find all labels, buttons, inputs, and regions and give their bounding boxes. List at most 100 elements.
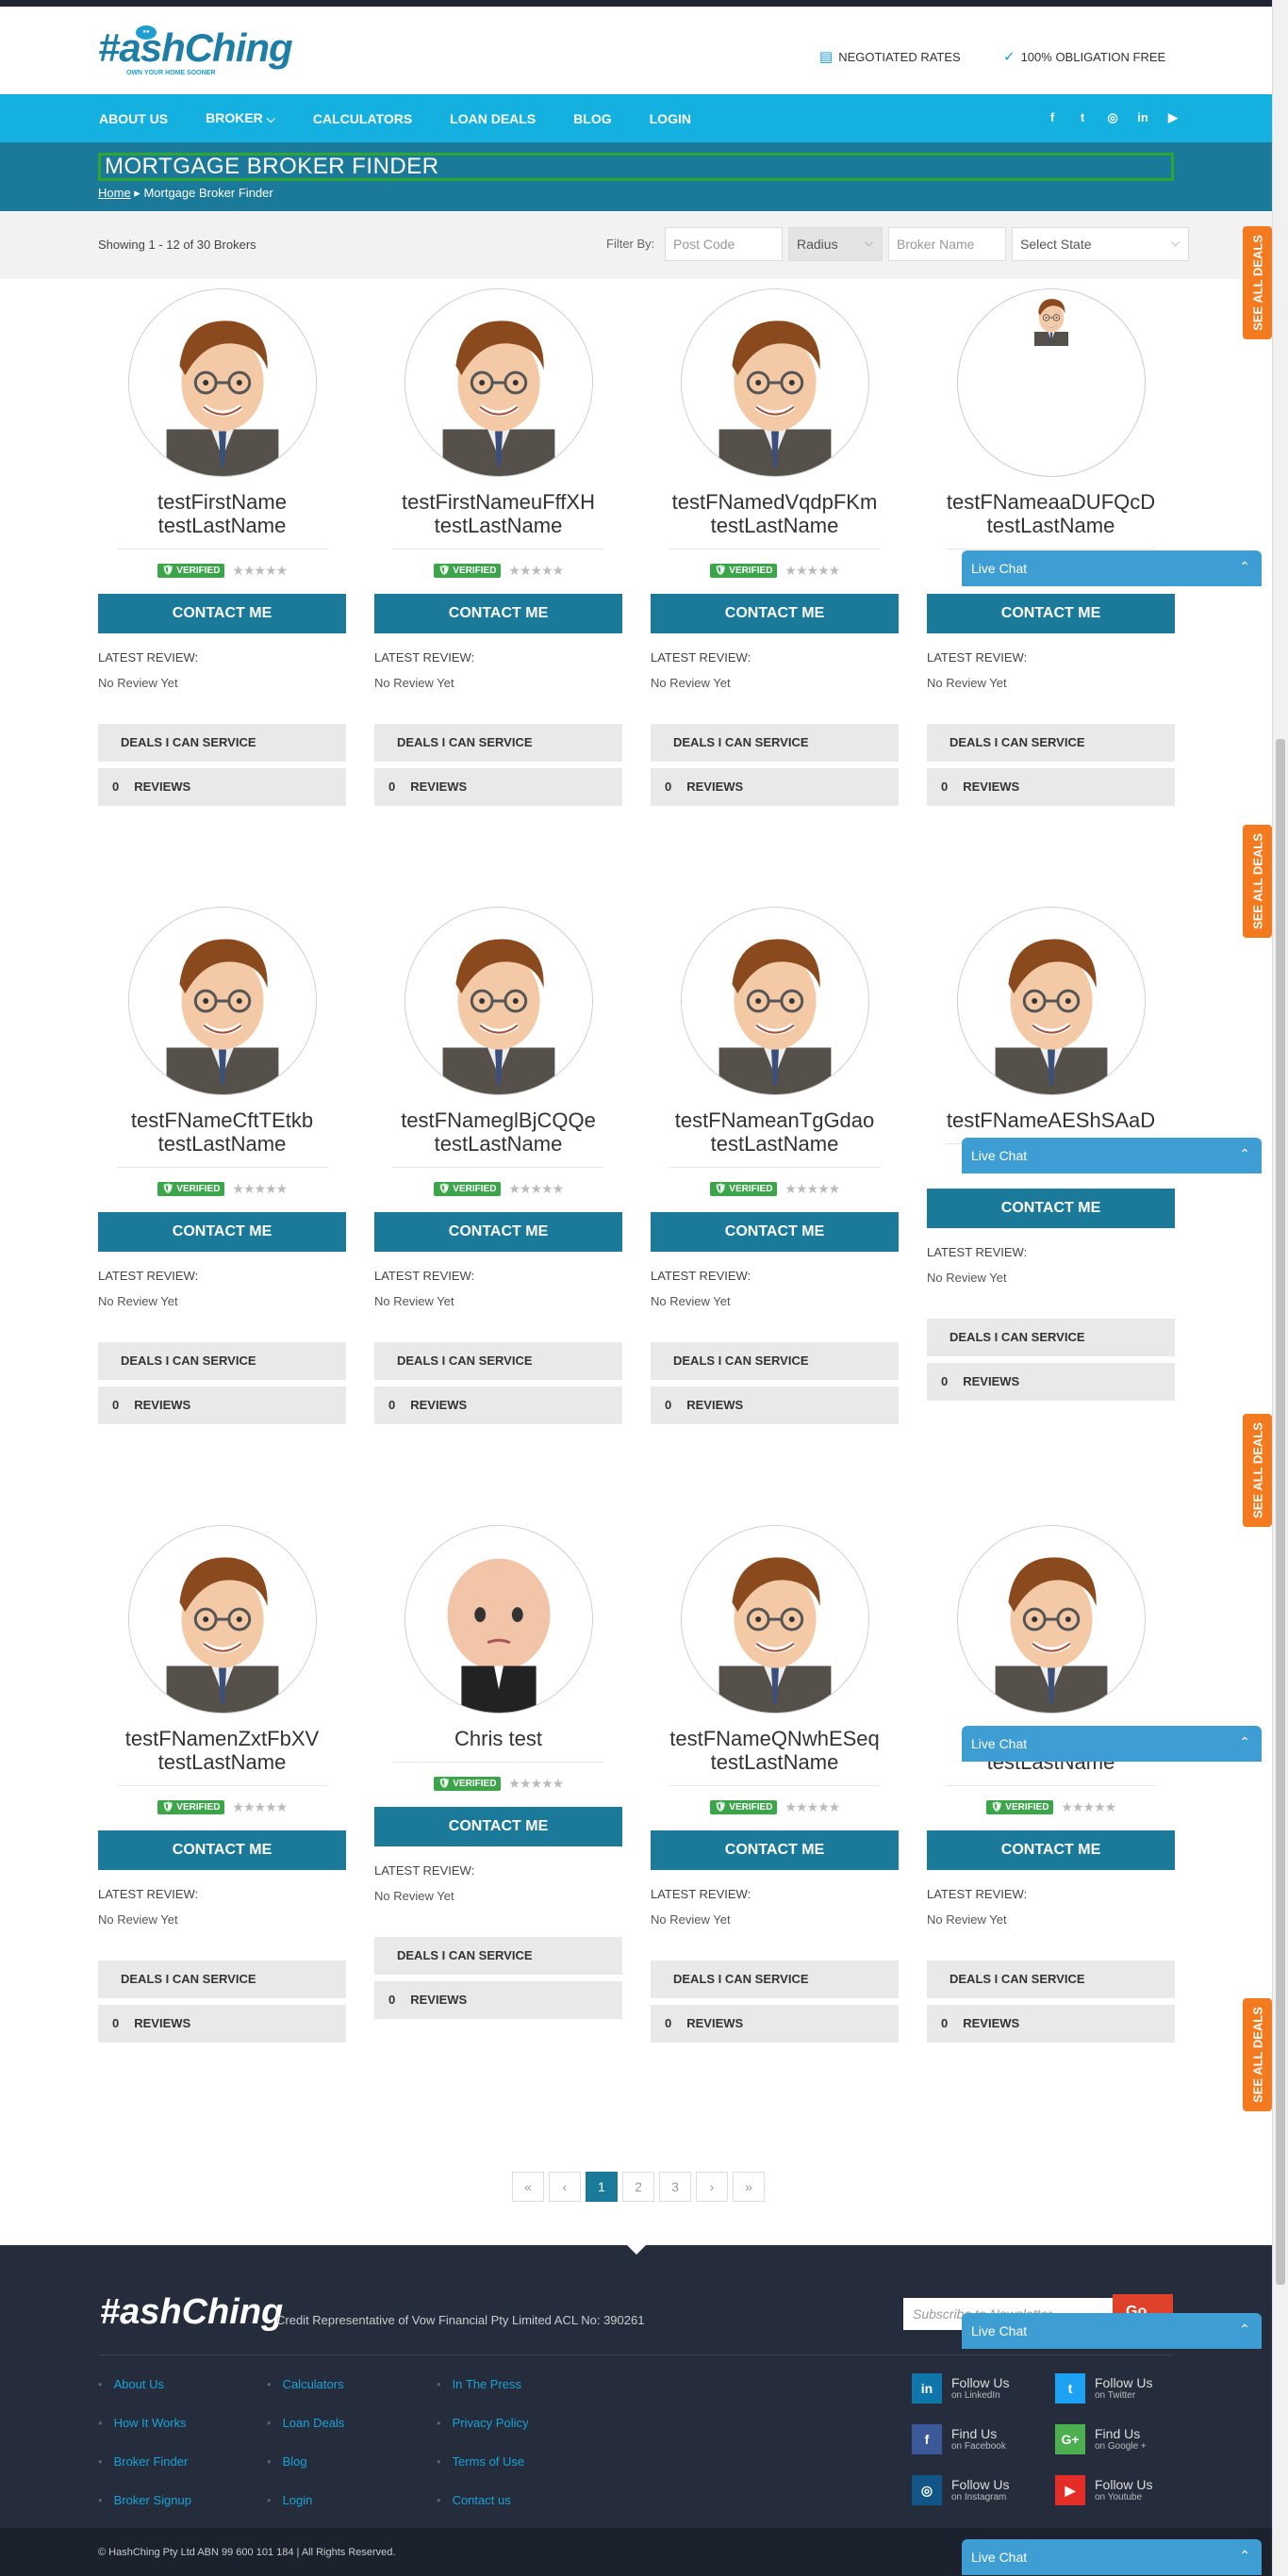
page-link[interactable]: › [696, 2172, 728, 2202]
page-link[interactable]: 2 [622, 2172, 654, 2202]
broker-avatar[interactable] [680, 907, 869, 1095]
deals-button[interactable]: DEALS I CAN SERVICE [651, 724, 899, 762]
nav-broker[interactable]: BROKER [206, 110, 275, 126]
broker-avatar[interactable] [404, 288, 593, 477]
reviews-button[interactable]: 0 REVIEWS [651, 768, 899, 806]
broker-name[interactable]: testFNameglBjCQQe testLastName [374, 1108, 622, 1156]
reviews-button[interactable]: 0 REVIEWS [927, 768, 1175, 806]
page-link[interactable]: « [512, 2172, 544, 2202]
contact-me-button[interactable]: CONTACT ME [927, 594, 1175, 633]
contact-me-button[interactable]: CONTACT ME [374, 1807, 622, 1846]
follow-link[interactable]: t Follow Us on Twitter [1055, 2373, 1152, 2404]
reviews-button[interactable]: 0 REVIEWS [98, 2005, 346, 2043]
see-all-deals-tab[interactable]: SEE ALL DEALS [1243, 1414, 1272, 1527]
reviews-button[interactable]: 0 REVIEWS [651, 1386, 899, 1424]
footer-link[interactable]: About Us [98, 2377, 191, 2391]
footer-logo[interactable]: #ashChing [100, 2292, 283, 2333]
broker-name[interactable]: Chris test [374, 1727, 622, 1750]
contact-me-button[interactable]: CONTACT ME [98, 594, 346, 633]
deals-button[interactable]: DEALS I CAN SERVICE [927, 724, 1175, 762]
follow-link[interactable]: G+ Find Us on Google + [1055, 2424, 1147, 2454]
deals-button[interactable]: DEALS I CAN SERVICE [98, 724, 346, 762]
nav-about-us[interactable]: ABOUT US [99, 111, 168, 126]
linkedin-icon[interactable]: in [1136, 110, 1149, 125]
reviews-button[interactable]: 0 REVIEWS [927, 1363, 1175, 1401]
logo[interactable]: ●● #ashChing OWN YOUR HOME SOONER [98, 25, 293, 84]
reviews-button[interactable]: 0 REVIEWS [98, 768, 346, 806]
live-chat-bar[interactable]: Live Chat ⌃ [962, 550, 1262, 586]
footer-link[interactable]: Privacy Policy [437, 2416, 529, 2430]
live-chat-bar[interactable]: Live Chat ⌃ [962, 2539, 1262, 2575]
broker-avatar[interactable] [127, 1525, 317, 1714]
youtube-icon[interactable]: ▶ [1166, 110, 1180, 125]
nav-loan-deals[interactable]: LOAN DEALS [450, 111, 536, 126]
nav-blog[interactable]: BLOG [573, 111, 611, 126]
footer-link[interactable]: Login [267, 2493, 344, 2507]
broker-name[interactable]: testFNameaaDUFQcD testLastName [927, 490, 1175, 537]
instagram-icon[interactable]: ◎ [1106, 110, 1119, 125]
broker-name[interactable]: testFNamedVqdpFKm testLastName [651, 490, 899, 537]
broker-name[interactable]: testFNameAEShSAaD [927, 1108, 1175, 1132]
follow-link[interactable]: in Follow Us on LinkedIn [912, 2373, 1009, 2404]
scrollbar-thumb[interactable] [1276, 739, 1285, 2285]
twitter-icon[interactable]: t [1076, 110, 1089, 125]
contact-me-button[interactable]: CONTACT ME [98, 1212, 346, 1252]
broker-avatar[interactable] [680, 1525, 869, 1714]
contact-me-button[interactable]: CONTACT ME [374, 1212, 622, 1252]
see-all-deals-tab[interactable]: SEE ALL DEALS [1243, 226, 1272, 339]
see-all-deals-tab[interactable]: SEE ALL DEALS [1243, 825, 1272, 938]
broker-avatar[interactable] [956, 907, 1146, 1095]
reviews-button[interactable]: 0 REVIEWS [927, 2005, 1175, 2043]
footer-link[interactable]: Broker Finder [98, 2454, 191, 2469]
page-link[interactable]: 3 [659, 2172, 691, 2202]
contact-me-button[interactable]: CONTACT ME [927, 1189, 1175, 1228]
follow-link[interactable]: ▶ Follow Us on Youtube [1055, 2475, 1152, 2505]
deals-button[interactable]: DEALS I CAN SERVICE [98, 1961, 346, 1998]
footer-link[interactable]: Blog [267, 2454, 344, 2469]
broker-name[interactable]: testFNameCftTEtkb testLastName [98, 1108, 346, 1156]
page-link[interactable]: » [733, 2172, 765, 2202]
contact-me-button[interactable]: CONTACT ME [927, 1830, 1175, 1870]
footer-link[interactable]: Terms of Use [437, 2454, 528, 2469]
broker-avatar[interactable] [956, 288, 1146, 477]
reviews-button[interactable]: 0 REVIEWS [98, 1386, 346, 1424]
contact-me-button[interactable]: CONTACT ME [651, 594, 899, 633]
deals-button[interactable]: DEALS I CAN SERVICE [374, 1937, 622, 1975]
live-chat-bar[interactable]: Live Chat ⌃ [962, 1726, 1262, 1762]
broker-name-input[interactable]: Broker Name [888, 227, 1006, 261]
nav-calculators[interactable]: CALCULATORS [313, 111, 412, 126]
broker-name[interactable]: testFNameanTgGdao testLastName [651, 1108, 899, 1156]
broker-avatar[interactable] [680, 288, 869, 477]
broker-avatar[interactable] [956, 1525, 1146, 1714]
broker-avatar[interactable] [127, 907, 317, 1095]
reviews-button[interactable]: 0 REVIEWS [374, 768, 622, 806]
nav-login[interactable]: LOGIN [650, 111, 691, 126]
contact-me-button[interactable]: CONTACT ME [374, 594, 622, 633]
scrollbar[interactable] [1272, 0, 1288, 2576]
contact-me-button[interactable]: CONTACT ME [98, 1830, 346, 1870]
broker-name[interactable]: testFirstName testLastName [98, 490, 346, 537]
footer-link[interactable]: In The Press [437, 2377, 528, 2391]
follow-link[interactable]: ◎ Follow Us on Instagram [912, 2475, 1009, 2505]
deals-button[interactable]: DEALS I CAN SERVICE [374, 724, 622, 762]
reviews-button[interactable]: 0 REVIEWS [374, 1386, 622, 1424]
page-link[interactable]: ‹ [549, 2172, 581, 2202]
deals-button[interactable]: DEALS I CAN SERVICE [98, 1342, 346, 1380]
deals-button[interactable]: DEALS I CAN SERVICE [927, 1961, 1175, 1998]
footer-link[interactable]: Calculators [267, 2377, 344, 2391]
facebook-icon[interactable]: f [1046, 110, 1059, 125]
footer-link[interactable]: Loan Deals [267, 2416, 345, 2430]
deals-button[interactable]: DEALS I CAN SERVICE [374, 1342, 622, 1380]
see-all-deals-tab[interactable]: SEE ALL DEALS [1243, 1998, 1272, 2111]
deals-button[interactable]: DEALS I CAN SERVICE [651, 1961, 899, 1998]
broker-name[interactable]: testFNamenZxtFbXV testLastName [98, 1727, 346, 1774]
postcode-input[interactable]: Post Code [665, 227, 783, 261]
footer-link[interactable]: Broker Signup [98, 2493, 191, 2507]
contact-me-button[interactable]: CONTACT ME [651, 1212, 899, 1252]
breadcrumb-home[interactable]: Home [98, 186, 131, 200]
footer-link[interactable]: How It Works [98, 2416, 191, 2430]
page-link[interactable]: 1 [586, 2172, 618, 2202]
broker-avatar[interactable] [127, 288, 317, 477]
deals-button[interactable]: DEALS I CAN SERVICE [927, 1319, 1175, 1356]
broker-avatar[interactable] [404, 907, 593, 1095]
